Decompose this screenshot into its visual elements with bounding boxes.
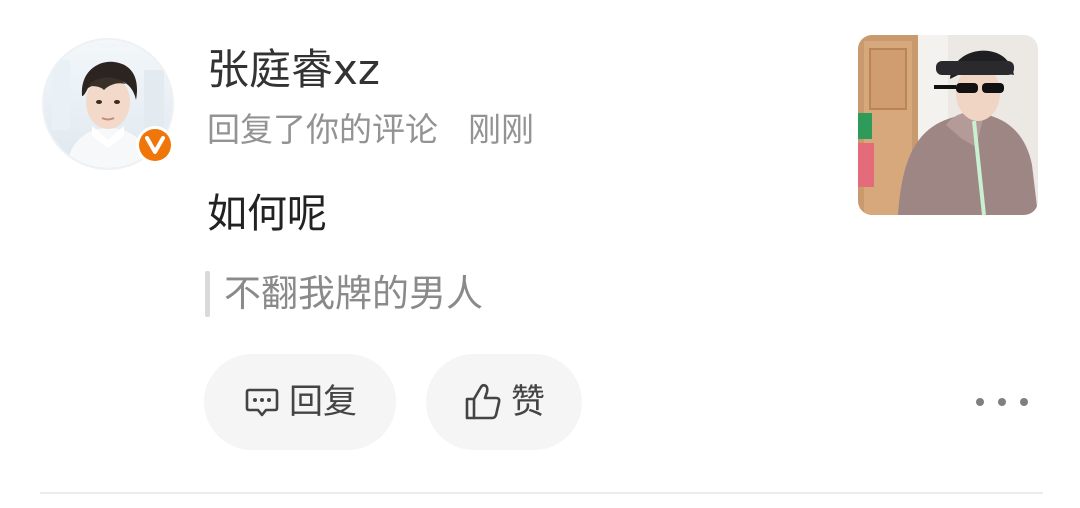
like-button[interactable]: 赞 [426,354,582,450]
notification-meta: 回复了你的评论 刚刚 [207,108,534,152]
reply-comment-text[interactable]: 如何呢 [207,188,327,240]
more-icon-dot [998,398,1006,406]
quoted-comment-text: 不翻我牌的男人 [224,272,483,315]
username[interactable]: 张庭睿xz [207,44,380,96]
like-button-label: 赞 [511,382,545,422]
timestamp: 刚刚 [468,110,534,149]
more-icon-dot [1020,398,1028,406]
reply-button-label: 回复 [289,382,357,422]
verified-v-icon [139,129,171,161]
avatar-container[interactable] [42,38,174,170]
reply-button[interactable]: 回复 [204,354,396,450]
comment-icon [243,383,281,421]
divider [40,492,1043,494]
thumbs-up-icon [463,382,503,422]
more-options-button[interactable] [976,386,1028,418]
more-icon [976,398,984,406]
quote-bar [205,271,210,317]
notification-action-text: 回复了你的评论 [207,110,438,149]
verified-badge [136,126,174,164]
post-photo [858,35,1038,215]
quoted-original-comment[interactable]: 不翻我牌的男人 [205,270,483,318]
original-post-thumbnail[interactable] [858,35,1038,215]
